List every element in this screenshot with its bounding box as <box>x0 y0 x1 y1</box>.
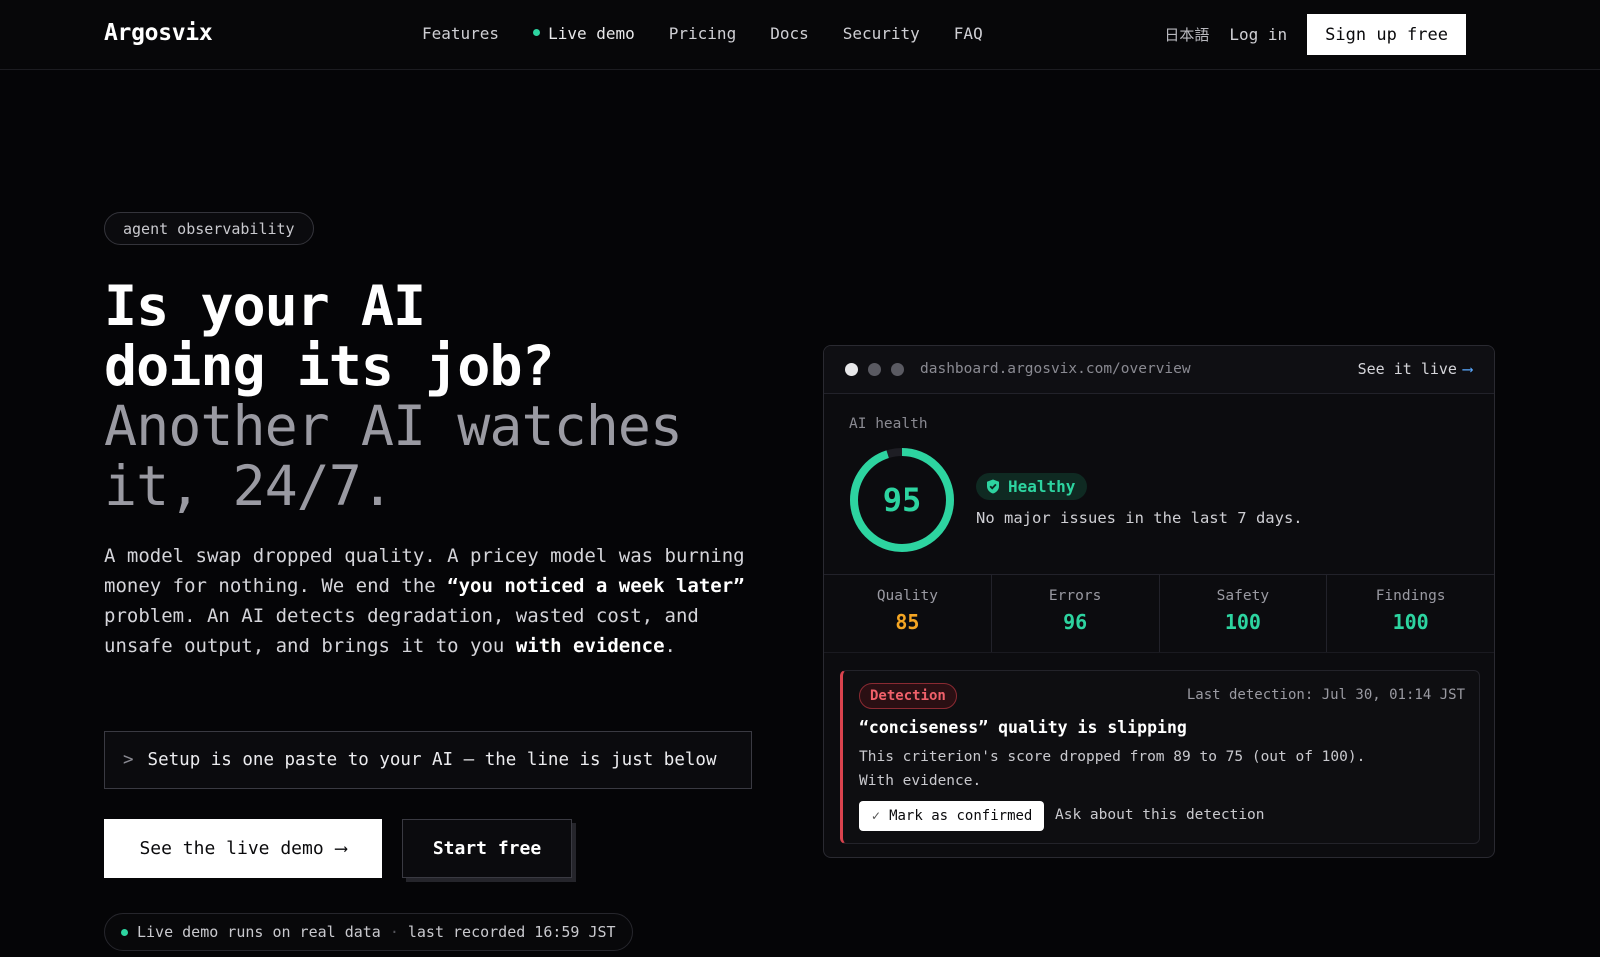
window-controls <box>845 363 904 376</box>
metric-value: 100 <box>1392 610 1429 634</box>
login-link[interactable]: Log in <box>1229 25 1287 44</box>
live-note-time: last recorded 16:59 JST <box>407 923 616 941</box>
lead-text-3: . <box>664 635 676 657</box>
logo[interactable]: Argosvix <box>104 20 213 46</box>
metric-label: Quality <box>876 588 938 604</box>
metric-findings[interactable]: Findings 100 <box>1327 575 1494 652</box>
dashboard-preview: dashboard.argosvix.com/overview See it l… <box>823 345 1495 858</box>
live-note-text: Live demo runs on real data <box>137 923 381 941</box>
metric-safety[interactable]: Safety 100 <box>1160 575 1328 652</box>
nav-docs[interactable]: Docs <box>770 24 809 43</box>
headline-line-3: Another AI watches <box>104 394 683 458</box>
live-indicator-icon <box>533 29 541 36</box>
arrow-right-icon: ⟶ <box>335 838 347 859</box>
see-live-demo-button[interactable]: See the live demo ⟶ <box>104 819 382 878</box>
detection-body-line-1: This criterion's score dropped from 89 t… <box>859 749 1366 765</box>
mark-as-confirmed-button[interactable]: ✓ Mark as confirmed <box>859 801 1045 831</box>
nav-faq[interactable]: FAQ <box>954 24 983 43</box>
metric-quality[interactable]: Quality 85 <box>824 575 992 652</box>
language-switch[interactable]: 日本語 <box>1164 24 1209 45</box>
metrics-row: Quality 85 Errors 96 Safety 100 Findings… <box>824 574 1494 653</box>
metric-label: Safety <box>1216 588 1270 604</box>
signup-button[interactable]: Sign up free <box>1307 14 1466 55</box>
detection-timestamp: Last detection: Jul 30, 01:14 JST <box>1186 687 1465 703</box>
metric-label: Findings <box>1375 588 1446 604</box>
ai-health-label: AI health <box>849 416 928 432</box>
check-icon: ✓ <box>871 809 882 823</box>
confirm-label: Mark as confirmed <box>889 808 1033 824</box>
see-it-live-link[interactable]: See it live ⟶ <box>1358 360 1472 378</box>
status-description: No major issues in the last 7 days. <box>976 509 1303 527</box>
detection-card: Detection Last detection: Jul 30, 01:14 … <box>840 670 1480 844</box>
headline-line-2: doing its job? <box>104 334 555 398</box>
lead-emphasis-2: with evidence <box>515 635 665 657</box>
detection-badge: Detection <box>859 683 957 709</box>
metric-value: 85 <box>895 610 920 634</box>
setup-text: Setup is one paste to your AI — the line… <box>147 750 717 770</box>
see-it-live-label: See it live <box>1357 360 1457 378</box>
window-dot-icon <box>868 363 881 376</box>
status-label: Healthy <box>1008 477 1076 496</box>
window-dot-icon <box>845 363 858 376</box>
category-badge: agent observability <box>104 212 314 245</box>
headline-line-4: it, 24/7. <box>104 454 394 518</box>
setup-callout[interactable]: > Setup is one paste to your AI — the li… <box>104 731 752 789</box>
health-score-value: 95 <box>882 481 922 519</box>
live-demo-note: Live demo runs on real data · last recor… <box>104 913 633 951</box>
metric-errors[interactable]: Errors 96 <box>992 575 1160 652</box>
nav-features[interactable]: Features <box>422 24 499 43</box>
live-indicator-icon <box>121 928 128 936</box>
start-free-button[interactable]: Start free <box>402 819 572 878</box>
live-note-separator: · <box>389 923 399 941</box>
nav-pricing[interactable]: Pricing <box>669 24 736 43</box>
metric-value: 96 <box>1063 610 1088 634</box>
nav-live-demo-label: Live demo <box>548 24 635 43</box>
detection-body-line-2: With evidence. <box>859 773 982 789</box>
headline-line-1: Is your AI <box>104 274 426 338</box>
metric-label: Errors <box>1048 588 1102 604</box>
address-bar-url: dashboard.argosvix.com/overview <box>920 361 1191 377</box>
header-actions: 日本語 Log in Sign up free <box>1164 14 1466 55</box>
prompt-icon: > <box>123 750 134 770</box>
window-dot-icon <box>891 363 904 376</box>
nav-live-demo[interactable]: Live demo <box>533 24 635 43</box>
lead-emphasis-1: “you noticed a week later” <box>447 575 745 597</box>
detection-title: “conciseness” quality is slipping <box>859 718 1187 737</box>
ask-about-detection-link[interactable]: Ask about this detection <box>1055 807 1265 823</box>
shield-icon <box>987 479 999 494</box>
metric-value: 100 <box>1224 610 1261 634</box>
hero-headline: Is your AI doing its job? Another AI wat… <box>104 274 683 518</box>
demo-button-label: See the live demo <box>139 838 324 859</box>
top-navbar: Argosvix Features Live demo Pricing Docs… <box>0 0 1600 70</box>
main-nav: Features Live demo Pricing Docs Security… <box>422 24 983 43</box>
browser-bar: dashboard.argosvix.com/overview See it l… <box>824 346 1494 394</box>
status-badge: Healthy <box>976 473 1088 500</box>
nav-security[interactable]: Security <box>843 24 920 43</box>
hero-description: A model swap dropped quality. A pricey m… <box>104 541 754 661</box>
arrow-right-icon: ⟶ <box>1462 360 1472 378</box>
detection-description: This criterion's score dropped from 89 t… <box>859 745 1459 793</box>
